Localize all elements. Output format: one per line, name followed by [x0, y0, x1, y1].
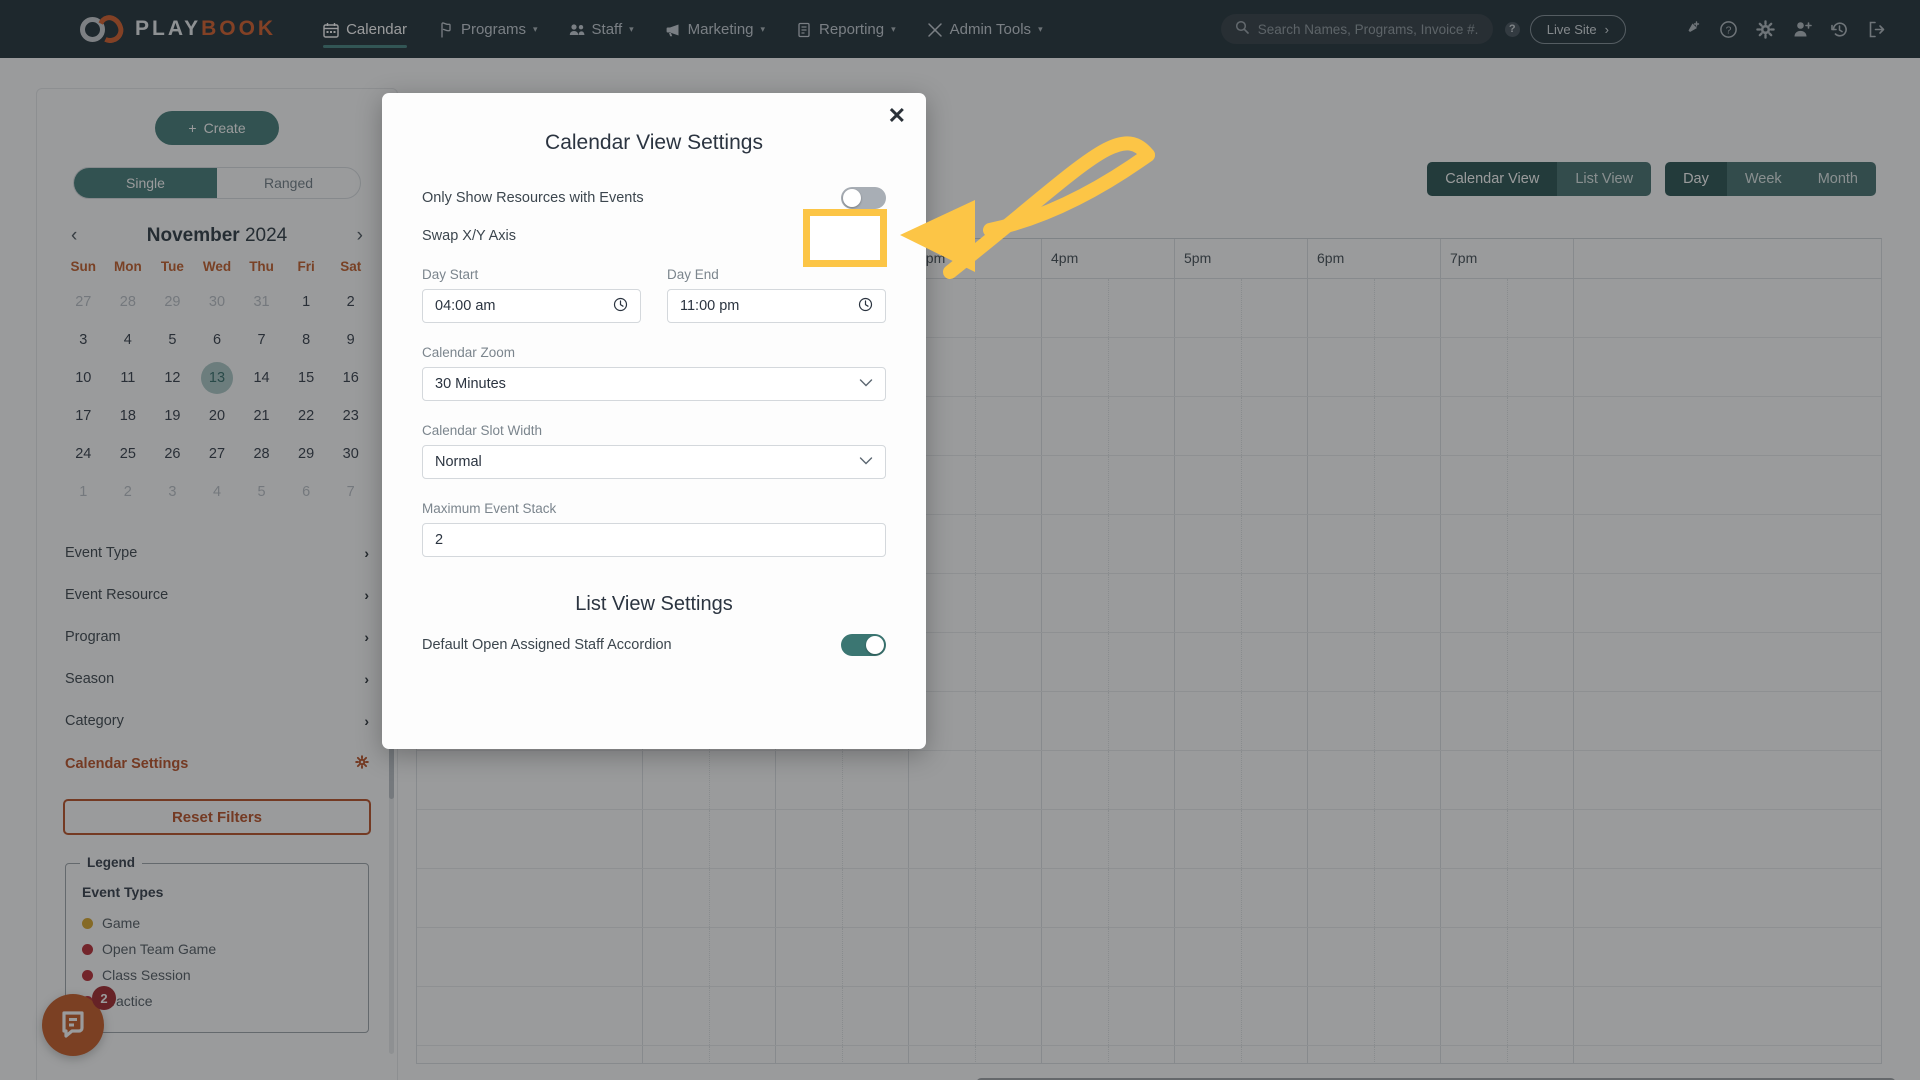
close-icon[interactable]: ✕ — [888, 105, 906, 127]
max-stack-value: 2 — [435, 532, 444, 548]
max-stack-input[interactable]: 2 — [422, 523, 886, 557]
row-only-show-resources: Only Show Resources with Events — [422, 179, 886, 217]
slot-width-value: Normal — [435, 454, 482, 470]
calendar-zoom-value: 30 Minutes — [435, 376, 506, 392]
clock-icon[interactable] — [613, 297, 628, 316]
day-start-label: Day Start — [422, 267, 479, 282]
modal-title: Calendar View Settings — [545, 131, 763, 154]
list-view-settings-title: List View Settings — [575, 593, 733, 615]
toggle-knob — [843, 227, 861, 245]
calendar-zoom-field: Calendar Zoom 30 Minutes — [422, 345, 886, 401]
calendar-zoom-label: Calendar Zoom — [422, 345, 516, 360]
chevron-down-icon — [859, 376, 873, 392]
day-end-field: Day End 11:00 pm — [667, 267, 886, 323]
day-start-value: 04:00 am — [435, 298, 496, 314]
day-start-field: Day Start 04:00 am — [422, 267, 641, 323]
max-event-stack-field: Maximum Event Stack 2 — [422, 501, 886, 557]
swap-axis-toggle[interactable] — [841, 225, 886, 247]
toggle-knob — [866, 636, 884, 654]
day-end-input[interactable]: 11:00 pm — [667, 289, 886, 323]
calendar-view-settings-modal: ✕ Calendar View Settings Only Show Resou… — [382, 93, 926, 749]
day-range-fields: Day Start 04:00 am Day End 11:00 pm — [422, 267, 886, 323]
slot-width-label: Calendar Slot Width — [422, 423, 543, 438]
only-show-resources-toggle[interactable] — [841, 187, 886, 209]
modal-overlay[interactable] — [0, 0, 1920, 1080]
calendar-zoom-select[interactable]: 30 Minutes — [422, 367, 886, 401]
day-end-label: Day End — [667, 267, 719, 282]
accordion-toggle[interactable] — [841, 634, 886, 656]
max-stack-label: Maximum Event Stack — [422, 501, 557, 516]
row-swap-axis: Swap X/Y Axis — [422, 217, 886, 255]
day-start-input[interactable]: 04:00 am — [422, 289, 641, 323]
swap-axis-label: Swap X/Y Axis — [422, 228, 517, 244]
calendar-slot-width-field: Calendar Slot Width Normal — [422, 423, 886, 479]
slot-width-select[interactable]: Normal — [422, 445, 886, 479]
row-default-open-accordion: Default Open Assigned Staff Accordion — [422, 626, 886, 664]
day-end-value: 11:00 pm — [680, 298, 740, 314]
modal-body: Only Show Resources with Events Swap X/Y… — [382, 155, 926, 664]
only-show-resources-label: Only Show Resources with Events — [422, 190, 644, 206]
clock-icon[interactable] — [858, 297, 873, 316]
chevron-down-icon — [859, 454, 873, 470]
toggle-knob — [843, 189, 861, 207]
accordion-label: Default Open Assigned Staff Accordion — [422, 637, 672, 653]
